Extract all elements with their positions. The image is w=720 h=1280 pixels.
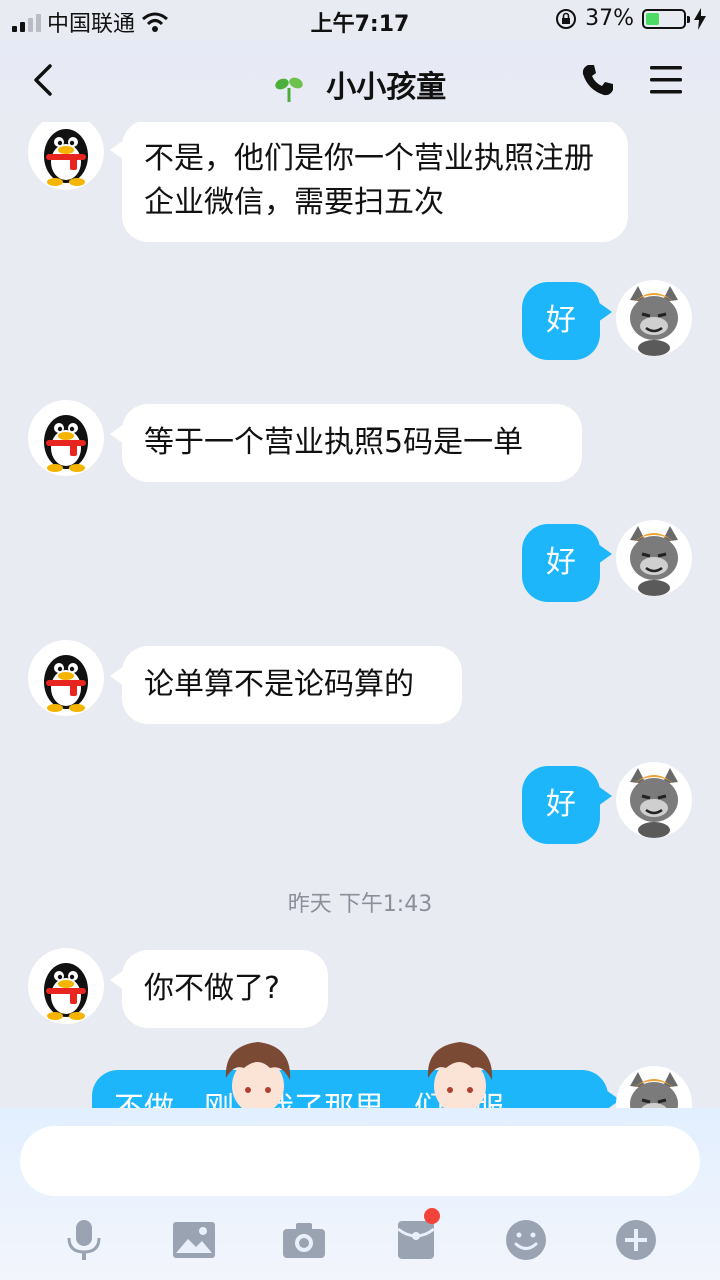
- charging-bolt-icon: [694, 7, 706, 30]
- message-bubble-outgoing[interactable]: 好: [522, 524, 612, 602]
- chat-header: 小小孩童: [0, 40, 720, 122]
- phone-icon[interactable]: [580, 62, 616, 98]
- plus-icon[interactable]: [608, 1212, 664, 1268]
- my-avatar-grey-wolf[interactable]: [616, 520, 692, 596]
- image-icon[interactable]: [166, 1212, 222, 1268]
- camera-icon[interactable]: [276, 1212, 332, 1268]
- orientation-lock-icon: [556, 8, 577, 29]
- status-bar: 中国联通 上午7:17 37%: [0, 0, 720, 40]
- my-avatar-grey-wolf[interactable]: [616, 1066, 692, 1108]
- emoji-icon[interactable]: [498, 1212, 554, 1268]
- anime-boy-sticker-icon: [427, 1042, 493, 1108]
- chat-title: 小小孩童: [326, 70, 447, 105]
- message-bubble-incoming[interactable]: 不是，他们是你一个营业执照注册企业微信，需要扫五次: [110, 122, 628, 242]
- red-packet-icon[interactable]: [388, 1208, 444, 1268]
- contact-avatar-qq-penguin[interactable]: [28, 122, 104, 190]
- message-bubble-incoming[interactable]: 等于一个营业执照5码是一单: [110, 404, 582, 482]
- message-bubble-outgoing[interactable]: 好: [522, 282, 612, 360]
- sprout-icon: [275, 77, 303, 102]
- battery-percent: 37%: [585, 6, 634, 31]
- menu-icon[interactable]: [648, 64, 684, 96]
- battery-icon: [642, 8, 690, 29]
- composer-toolbar: [0, 1208, 720, 1268]
- message-timestamp: 昨天 下午1:43: [287, 892, 433, 917]
- message-list[interactable]: 不是，他们是你一个营业执照注册企业微信，需要扫五次 好 等于一个营业执照5码是一…: [0, 122, 720, 1108]
- my-avatar-grey-wolf[interactable]: [616, 762, 692, 838]
- message-bubble-incoming[interactable]: 论单算不是论码算的: [110, 646, 462, 724]
- contact-avatar-qq-penguin[interactable]: [28, 640, 104, 716]
- message-bubble-outgoing[interactable]: 好: [522, 766, 612, 844]
- message-bubble-incoming[interactable]: 你不做了?: [110, 950, 328, 1028]
- contact-avatar-qq-penguin[interactable]: [28, 400, 104, 476]
- composer: [0, 1108, 720, 1280]
- contact-avatar-qq-penguin[interactable]: [28, 948, 104, 1024]
- microphone-icon[interactable]: [56, 1212, 112, 1268]
- my-avatar-grey-wolf[interactable]: [616, 280, 692, 356]
- message-input[interactable]: [20, 1126, 700, 1196]
- anime-boy-sticker-icon: [225, 1042, 291, 1108]
- notification-badge: [424, 1208, 440, 1224]
- message-bubble-outgoing[interactable]: 不做，刚…我了那里…们客服: [92, 1070, 620, 1108]
